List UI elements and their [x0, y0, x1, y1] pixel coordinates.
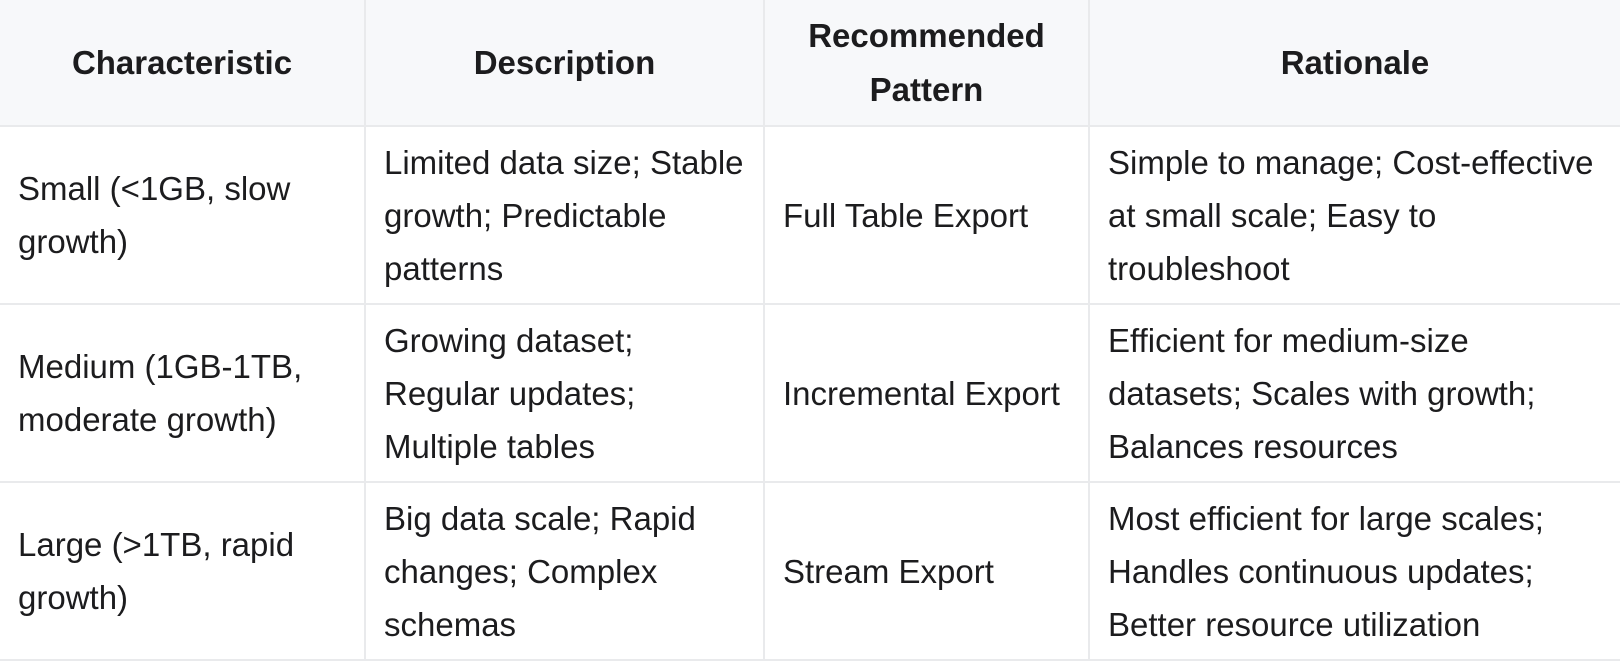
cell-rationale: Most efficient for large scales; Handles… [1089, 482, 1620, 661]
header-description: Description [365, 0, 765, 127]
cell-characteristic: Small (<1GB, slow growth) [0, 126, 366, 305]
cell-characteristic: Large (>1TB, rapid growth) [0, 482, 366, 661]
cell-description: Growing dataset; Regular updates; Multip… [365, 304, 765, 483]
export-pattern-table: Characteristic Description Recommended P… [0, 0, 1620, 661]
cell-pattern: Incremental Export [764, 304, 1090, 483]
cell-rationale: Efficient for medium-size datasets; Scal… [1089, 304, 1620, 483]
header-recommended-pattern: Recommended Pattern [764, 0, 1090, 127]
header-row: Characteristic Description Recommended P… [0, 0, 1620, 127]
cell-characteristic: Medium (1GB-1TB, moderate growth) [0, 304, 366, 483]
cell-pattern: Stream Export [764, 482, 1090, 661]
header-rationale: Rationale [1089, 0, 1620, 127]
table-row: Medium (1GB-1TB, moderate growth) Growin… [0, 304, 1620, 483]
table-row: Large (>1TB, rapid growth) Big data scal… [0, 482, 1620, 661]
cell-description: Limited data size; Stable growth; Predic… [365, 126, 765, 305]
table-body: Small (<1GB, slow growth) Limited data s… [0, 126, 1620, 661]
header-characteristic: Characteristic [0, 0, 366, 127]
cell-description: Big data scale; Rapid changes; Complex s… [365, 482, 765, 661]
cell-pattern: Full Table Export [764, 126, 1090, 305]
table-row: Small (<1GB, slow growth) Limited data s… [0, 126, 1620, 305]
table-header: Characteristic Description Recommended P… [0, 0, 1620, 127]
cell-rationale: Simple to manage; Cost-effective at smal… [1089, 126, 1620, 305]
